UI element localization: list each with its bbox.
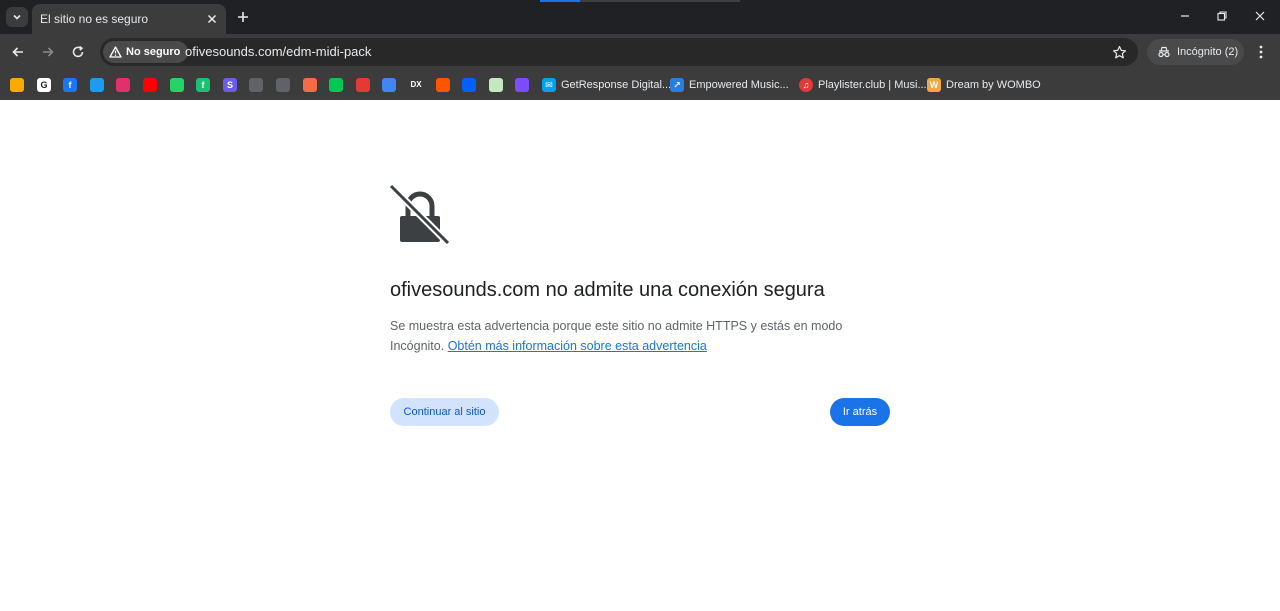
interstitial-page: ofivesounds.com no admite una conexión s…: [0, 100, 1280, 611]
bookmark-s-app[interactable]: S: [223, 76, 237, 94]
bookmark-record[interactable]: [489, 76, 503, 94]
instagram-icon: [116, 78, 130, 92]
minimize-icon: [1181, 15, 1189, 17]
restore-button[interactable]: [1211, 6, 1233, 26]
empowered-music-icon: ↗: [670, 78, 684, 92]
close-window-button[interactable]: [1249, 6, 1271, 26]
warning-description: Se muestra esta advertencia porque este …: [390, 316, 850, 356]
bookmark-music-app[interactable]: [515, 76, 529, 94]
url-text[interactable]: ofivesounds.com/edm-midi-pack: [185, 44, 371, 59]
incognito-profile-button[interactable]: Incógnito (2): [1147, 39, 1244, 65]
fiverr-icon: f: [196, 78, 210, 92]
dropbox-icon: [462, 78, 476, 92]
flash-icon: [356, 78, 370, 92]
incognito-label: Incógnito (2): [1177, 46, 1239, 58]
bookmark-fiverr[interactable]: f: [196, 76, 210, 94]
address-bar[interactable]: No seguro ofivesounds.com/edm-midi-pack: [100, 38, 1138, 66]
security-chip[interactable]: No seguro: [103, 41, 189, 63]
security-label: No seguro: [126, 46, 181, 58]
tab-strip: El sitio no es seguro: [0, 0, 1280, 34]
record-icon: [489, 78, 503, 92]
whatsapp-icon: [170, 78, 184, 92]
lock-slash-icon: [388, 184, 451, 246]
back-button[interactable]: [8, 42, 28, 62]
minimize-button[interactable]: [1174, 6, 1196, 26]
wombo-icon: W: [927, 78, 941, 92]
bookmark-whatsapp[interactable]: [170, 76, 184, 94]
arrow-left-icon: [12, 47, 23, 57]
close-tab-button[interactable]: [204, 11, 220, 27]
twitter-icon: [90, 78, 104, 92]
facebook-icon: f: [63, 78, 77, 92]
bookmark-instagram[interactable]: [116, 76, 130, 94]
bookmark-google[interactable]: G: [37, 76, 51, 94]
bookmark-analytics[interactable]: [10, 76, 24, 94]
warning-icon: [109, 46, 122, 58]
bookmark-twitter[interactable]: [90, 76, 104, 94]
tab-search-button[interactable]: [6, 7, 28, 27]
tab-title: El sitio no es seguro: [40, 12, 149, 26]
bookmark-label: Dream by WOMBO: [946, 79, 1041, 91]
bookmark-dark-circle[interactable]: [276, 76, 290, 94]
bookmark-soundcloud[interactable]: [436, 76, 450, 94]
reload-button[interactable]: [68, 42, 88, 62]
learn-more-link[interactable]: Obtén más información sobre esta adverte…: [448, 339, 707, 353]
bookmark-dropbox[interactable]: [462, 76, 476, 94]
google-icon: G: [37, 78, 51, 92]
heart-app-icon: [303, 78, 317, 92]
dark-circle-icon: [249, 78, 263, 92]
bookmark-empowered-music[interactable]: ↗ Empowered Music...: [670, 76, 789, 94]
bookmark-youtube[interactable]: [143, 76, 157, 94]
analytics-icon: [10, 78, 24, 92]
close-icon: [207, 14, 217, 24]
incognito-icon: [1158, 46, 1170, 58]
forward-button[interactable]: [38, 42, 58, 62]
continue-to-site-button[interactable]: Continuar al sitio: [390, 398, 499, 426]
restore-icon: [1217, 11, 1227, 21]
bookmarks-bar: ✉ GetResponse Digital... ↗ Empowered Mus…: [0, 70, 1280, 100]
s-app-icon: S: [223, 78, 237, 92]
bookmark-wombo[interactable]: W Dream by WOMBO: [927, 76, 1041, 94]
active-tab[interactable]: El sitio no es seguro: [32, 4, 226, 34]
music-app-icon: [515, 78, 529, 92]
loading-indicator: [540, 0, 740, 2]
menu-button[interactable]: [1252, 42, 1270, 62]
more-vert-icon: [1259, 45, 1263, 59]
bookmark-label: GetResponse Digital...: [561, 79, 672, 91]
close-icon: [1255, 11, 1265, 21]
page-title: ofivesounds.com no admite una conexión s…: [390, 279, 825, 301]
translate-icon: [382, 78, 396, 92]
getresponse-icon: ✉: [542, 78, 556, 92]
bookmark-heart-app[interactable]: [303, 76, 317, 94]
soundcloud-icon: [436, 78, 450, 92]
toolbar: No seguro ofivesounds.com/edm-midi-pack …: [0, 34, 1280, 70]
bookmark-flash[interactable]: [356, 76, 370, 94]
star-icon: [1112, 45, 1126, 58]
dx-icon: DX: [409, 78, 423, 92]
plus-icon: [238, 12, 248, 22]
bookmark-label: Empowered Music...: [689, 79, 789, 91]
reload-icon: [72, 45, 84, 58]
bookmark-chat[interactable]: [329, 76, 343, 94]
bookmark-translate[interactable]: [382, 76, 396, 94]
arrow-right-icon: [43, 47, 54, 57]
chat-icon: [329, 78, 343, 92]
youtube-icon: [143, 78, 157, 92]
go-back-button[interactable]: Ir atrás: [830, 398, 890, 426]
chevron-down-icon: [13, 14, 21, 20]
bookmark-getresponse[interactable]: ✉ GetResponse Digital...: [542, 76, 671, 94]
bookmark-dark-circle[interactable]: [249, 76, 263, 94]
bookmark-label: Playlister.club | Musi...: [818, 79, 927, 91]
bookmark-facebook[interactable]: f: [63, 76, 77, 94]
bookmark-star-button[interactable]: [1110, 43, 1128, 61]
playlister-icon: ♫: [799, 78, 813, 92]
bookmark-dx[interactable]: DX: [409, 76, 423, 94]
dark-circle-icon-2: [276, 78, 290, 92]
bookmark-playlister[interactable]: ♫ Playlister.club | Musi...: [799, 76, 927, 94]
new-tab-button[interactable]: [234, 8, 252, 26]
